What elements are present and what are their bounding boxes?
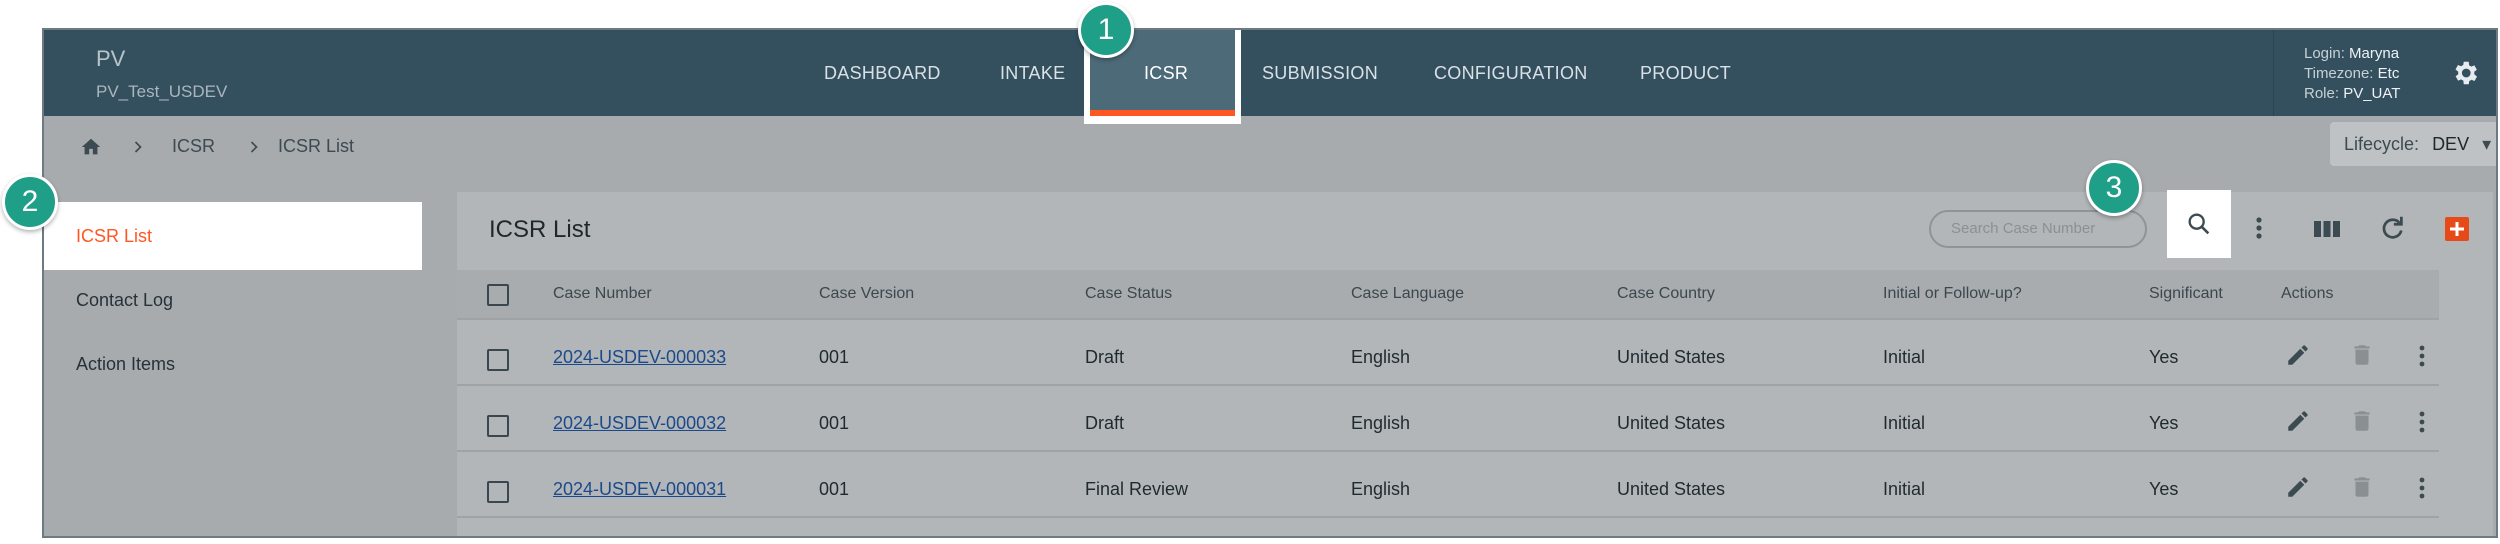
case-status: Draft bbox=[1085, 413, 1125, 433]
chevron-right-icon bbox=[128, 116, 148, 176]
home-icon[interactable] bbox=[80, 116, 102, 176]
header-significant[interactable]: Significant bbox=[2149, 270, 2223, 318]
case-language: English bbox=[1351, 347, 1411, 367]
add-icon[interactable] bbox=[2442, 212, 2472, 249]
row-checkbox[interactable] bbox=[487, 415, 509, 437]
panel-title: ICSR List bbox=[489, 216, 591, 243]
role-label: Role: bbox=[2304, 85, 2340, 102]
row-divider bbox=[457, 384, 2439, 386]
callout-3: 3 bbox=[2086, 160, 2142, 216]
search-button[interactable] bbox=[2167, 190, 2231, 258]
significant: Yes bbox=[2149, 347, 2179, 367]
case-status: Draft bbox=[1085, 347, 1125, 367]
initial-followup: Initial bbox=[1883, 479, 1926, 499]
timezone-value: Etc bbox=[2377, 65, 2400, 82]
edit-icon[interactable] bbox=[2285, 342, 2311, 373]
case-language: English bbox=[1351, 479, 1411, 499]
nav-dashboard[interactable]: DASHBOARD bbox=[824, 30, 941, 116]
delete-icon[interactable] bbox=[2349, 408, 2375, 439]
nav-product[interactable]: PRODUCT bbox=[1640, 30, 1731, 116]
row-divider bbox=[457, 450, 2439, 452]
app-name: PV bbox=[96, 46, 126, 71]
nav-configuration[interactable]: CONFIGURATION bbox=[1434, 30, 1588, 116]
initial-followup: Initial bbox=[1883, 347, 1926, 367]
case-country: United States bbox=[1617, 347, 1726, 367]
sidebar-item-action-items[interactable]: Action Items bbox=[44, 330, 422, 398]
sidebar: ICSR List Contact Log Action Items bbox=[44, 176, 422, 536]
case-country: United States bbox=[1617, 413, 1726, 433]
top-header: PV PV_Test_USDEV DASHBOARD INTAKE ICSR S… bbox=[44, 30, 2496, 124]
login-label: Login: bbox=[2304, 45, 2345, 62]
delete-icon[interactable] bbox=[2349, 474, 2375, 505]
role-value: PV_UAT bbox=[2343, 85, 2401, 102]
select-all-checkbox[interactable] bbox=[487, 284, 509, 306]
significant: Yes bbox=[2149, 479, 2179, 499]
sidebar-item-contact-log[interactable]: Contact Log bbox=[44, 266, 422, 334]
login-value: Maryna bbox=[2349, 45, 2400, 62]
lifecycle-selector[interactable]: Lifecycle: DEV ▾ bbox=[2330, 122, 2496, 166]
case-version: 001 bbox=[819, 413, 850, 433]
header-case-country[interactable]: Case Country bbox=[1617, 270, 1715, 318]
header-case-language[interactable]: Case Language bbox=[1351, 270, 1464, 318]
header-initial-followup[interactable]: Initial or Follow-up? bbox=[1883, 270, 2022, 318]
lifecycle-value: DEV bbox=[2432, 134, 2470, 154]
case-language: English bbox=[1351, 413, 1411, 433]
row-divider bbox=[457, 516, 2439, 518]
nav-intake[interactable]: INTAKE bbox=[1000, 30, 1065, 116]
edit-icon[interactable] bbox=[2285, 474, 2311, 505]
user-area: Login: Maryna Timezone: Etc Role: PV_UAT bbox=[2273, 30, 2496, 116]
nav-submission[interactable]: SUBMISSION bbox=[1262, 30, 1378, 116]
significant: Yes bbox=[2149, 413, 2179, 433]
lifecycle-label: Lifecycle: bbox=[2344, 134, 2420, 154]
breadcrumb-icsr-list: ICSR List bbox=[278, 136, 355, 156]
breadcrumb-icsr[interactable]: ICSR bbox=[172, 116, 215, 176]
delete-icon[interactable] bbox=[2349, 342, 2375, 373]
chevron-right-icon bbox=[244, 116, 264, 176]
case-number-link[interactable]: 2024-USDEV-000033 bbox=[553, 347, 726, 368]
case-version: 001 bbox=[819, 479, 850, 499]
initial-followup: Initial bbox=[1883, 413, 1926, 433]
edit-icon[interactable] bbox=[2285, 408, 2311, 439]
header-case-number[interactable]: Case Number bbox=[553, 270, 652, 318]
callout-2: 2 bbox=[2, 174, 58, 230]
row-checkbox[interactable] bbox=[487, 349, 509, 371]
timezone-label: Timezone: bbox=[2304, 65, 2374, 82]
more-vert-icon[interactable] bbox=[2252, 212, 2266, 249]
row-more-icon[interactable] bbox=[2415, 342, 2429, 375]
icsr-list-panel: ICSR List Search Case Number Case Number… bbox=[457, 190, 2493, 536]
callout-1: 1 bbox=[1078, 2, 1134, 58]
case-number-link[interactable]: 2024-USDEV-000031 bbox=[553, 479, 726, 500]
columns-icon[interactable] bbox=[2312, 212, 2342, 249]
header-actions: Actions bbox=[2281, 285, 2334, 302]
dropdown-arrow-icon: ▾ bbox=[2482, 134, 2492, 154]
row-more-icon[interactable] bbox=[2415, 408, 2429, 441]
case-version: 001 bbox=[819, 347, 850, 367]
search-icon bbox=[2188, 213, 2210, 235]
nav-icsr[interactable]: ICSR bbox=[1144, 30, 1188, 116]
row-divider bbox=[457, 318, 2439, 320]
row-checkbox[interactable] bbox=[487, 481, 509, 503]
environment-name: PV_Test_USDEV bbox=[96, 82, 228, 101]
gear-icon[interactable] bbox=[2450, 58, 2480, 93]
brand: PV PV_Test_USDEV bbox=[96, 46, 227, 102]
header-case-status[interactable]: Case Status bbox=[1085, 270, 1172, 318]
case-status: Final Review bbox=[1085, 479, 1189, 499]
row-more-icon[interactable] bbox=[2415, 474, 2429, 507]
case-country: United States bbox=[1617, 479, 1726, 499]
case-number-link[interactable]: 2024-USDEV-000032 bbox=[553, 413, 726, 434]
sidebar-item-icsr-list[interactable]: ICSR List bbox=[44, 202, 422, 270]
user-info: Login: Maryna Timezone: Etc Role: PV_UAT bbox=[2304, 44, 2400, 104]
refresh-icon[interactable] bbox=[2377, 212, 2407, 249]
header-case-version[interactable]: Case Version bbox=[819, 270, 914, 318]
app-window: PV PV_Test_USDEV DASHBOARD INTAKE ICSR S… bbox=[42, 28, 2498, 538]
